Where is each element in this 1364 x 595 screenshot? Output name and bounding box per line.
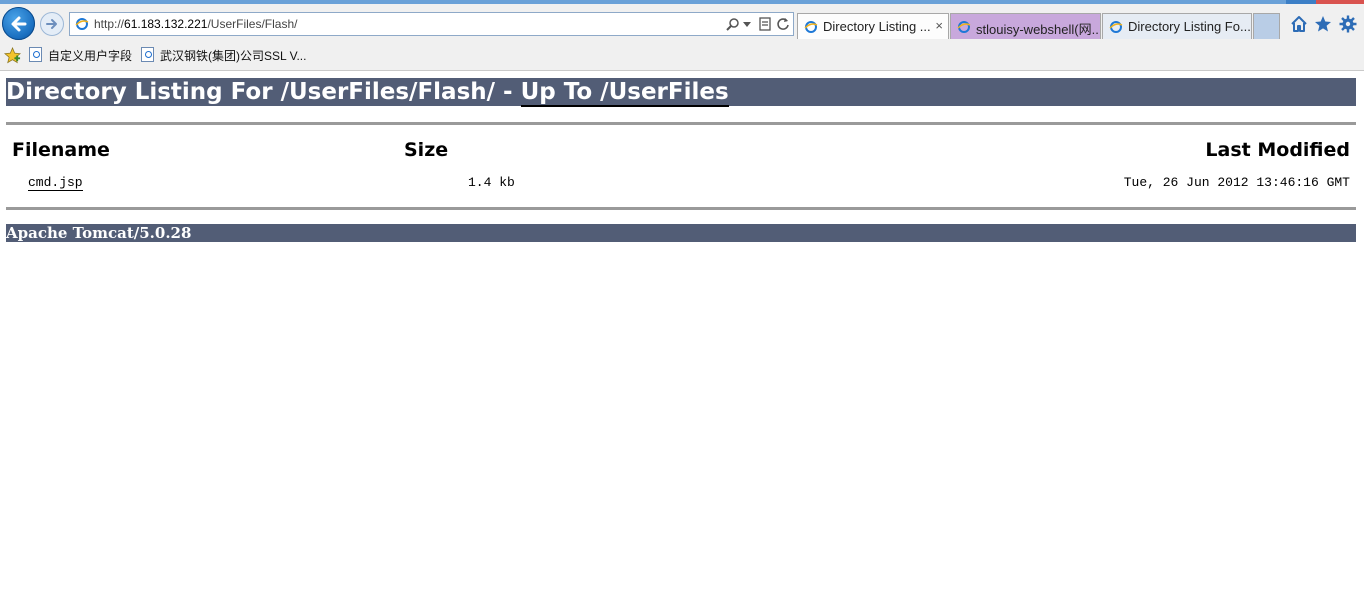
up-to-parent-link[interactable]: Up To /UserFiles xyxy=(520,79,729,107)
close-window-strip[interactable] xyxy=(1316,0,1364,4)
page-title: Directory Listing For /UserFiles/Flash/ … xyxy=(6,79,729,107)
file-name-cell: cmd.jsp xyxy=(28,175,83,191)
page-icon xyxy=(29,47,42,62)
file-size-cell: 1.4 kb xyxy=(468,175,515,190)
forward-button[interactable] xyxy=(40,12,64,36)
back-arrow-icon xyxy=(11,16,27,32)
page-icon xyxy=(141,47,154,62)
star-icon[interactable] xyxy=(1314,15,1332,33)
ie-tab-icon xyxy=(804,21,818,33)
favorite-label: 自定义用户字段 xyxy=(48,49,133,63)
new-tab-button[interactable] xyxy=(1253,13,1280,39)
tab-title: Directory Listing ... xyxy=(823,19,931,34)
tab-directory-listing[interactable]: Directory Listing Fo... xyxy=(1102,13,1252,39)
column-header-filename: Filename xyxy=(12,139,110,161)
minimize-strip[interactable] xyxy=(1286,0,1316,4)
column-header-size: Size xyxy=(404,139,449,161)
tab-title: stlouisy-webshell(网... xyxy=(976,22,1101,37)
search-icon[interactable] xyxy=(726,17,740,31)
address-bar[interactable]: http://61.183.132.221/UserFiles/Flash/ xyxy=(69,12,794,36)
url-host: 61.183.132.221 xyxy=(124,17,208,31)
address-url[interactable]: http://61.183.132.221/UserFiles/Flash/ xyxy=(94,17,297,31)
column-header-last-modified: Last Modified xyxy=(1205,139,1350,161)
url-path: /UserFiles/Flash/ xyxy=(207,17,298,31)
title-bar: Directory Listing For /UserFiles/Flash/ … xyxy=(6,78,1356,107)
tab-close-icon[interactable]: × xyxy=(935,18,943,33)
favorites-star-icon[interactable] xyxy=(4,47,21,64)
divider xyxy=(6,122,1356,125)
favorite-label: 武汉钢铁(集团)公司SSL V... xyxy=(160,49,307,63)
divider xyxy=(6,207,1356,210)
home-icon[interactable] xyxy=(1290,15,1308,33)
gear-icon[interactable] xyxy=(1339,15,1357,33)
file-modified-cell: Tue, 26 Jun 2012 13:46:16 GMT xyxy=(1123,175,1350,190)
file-link[interactable]: cmd.jsp xyxy=(28,175,83,191)
window-top-strip xyxy=(0,0,1364,4)
ie-tab-icon xyxy=(1109,21,1123,33)
url-prefix: http:// xyxy=(94,17,125,31)
compatibility-view-icon[interactable] xyxy=(759,17,771,31)
favorites-bar: 自定义用户字段 武汉钢铁(集团)公司SSL V... xyxy=(0,42,1364,69)
tab-webshell[interactable]: stlouisy-webshell(网... xyxy=(950,13,1101,39)
ie-page-icon xyxy=(75,18,89,30)
server-signature: Apache Tomcat/5.0.28 xyxy=(6,224,192,242)
tab-title: Directory Listing Fo... xyxy=(1128,19,1251,34)
title-text: Directory Listing For /UserFiles/Flash/ … xyxy=(6,79,521,105)
forward-arrow-icon xyxy=(46,19,57,29)
footer-bar: Apache Tomcat/5.0.28 xyxy=(6,224,1356,242)
back-button[interactable] xyxy=(2,7,35,40)
dropdown-chevron-icon[interactable] xyxy=(743,22,751,28)
browser-chrome: http://61.183.132.221/UserFiles/Flash/ D… xyxy=(0,0,1364,71)
ie-tab-icon xyxy=(957,21,971,33)
tab-directory-listing-active[interactable]: Directory Listing ... × xyxy=(797,13,949,39)
refresh-icon[interactable] xyxy=(776,17,790,31)
